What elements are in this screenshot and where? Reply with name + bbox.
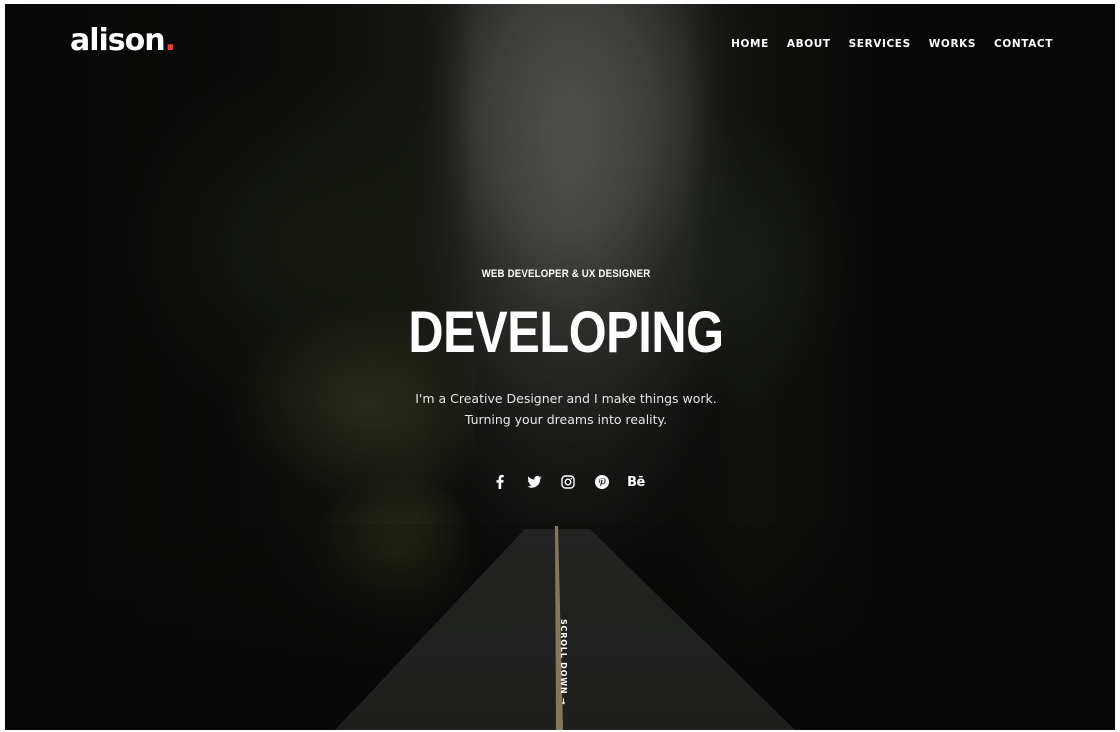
page-frame: alison. HOME ABOUT SERVICES WORKS CONTAC… <box>5 4 1115 730</box>
logo[interactable]: alison. <box>70 23 176 58</box>
nav-item-services[interactable]: SERVICES <box>849 38 911 50</box>
social-links: Bē <box>483 472 653 492</box>
logo-dot: . <box>164 23 176 58</box>
behance-link[interactable]: Bē <box>619 472 653 492</box>
hero-description: I'm a Creative Designer and I make thing… <box>5 388 1115 430</box>
nav-item-home[interactable]: HOME <box>731 38 769 50</box>
nav-item-about[interactable]: ABOUT <box>787 38 831 50</box>
pinterest-icon <box>595 475 609 489</box>
hero-title: DEVELOPING <box>408 300 724 365</box>
pinterest-link[interactable] <box>585 472 619 492</box>
hero-description-line-1: I'm a Creative Designer and I make thing… <box>415 391 717 406</box>
facebook-link[interactable] <box>483 472 517 492</box>
twitter-icon <box>526 476 542 488</box>
nav-item-contact[interactable]: CONTACT <box>994 38 1053 50</box>
facebook-icon <box>496 475 504 489</box>
scroll-down-label: SCROLL DOWN → <box>559 619 568 706</box>
behance-icon: Bē <box>627 474 645 490</box>
nav-item-works[interactable]: WORKS <box>929 38 976 50</box>
scroll-down-link[interactable]: SCROLL DOWN → <box>556 619 570 705</box>
main-nav: HOME ABOUT SERVICES WORKS CONTACT <box>731 38 1053 50</box>
twitter-link[interactable] <box>517 472 551 492</box>
logo-text: alison <box>70 23 166 58</box>
instagram-link[interactable] <box>551 472 585 492</box>
hero-subtitle: WEB DEVELOPER & UX DESIGNER <box>481 268 651 280</box>
instagram-icon <box>561 475 575 489</box>
hero-description-line-2: Turning your dreams into reality. <box>464 412 668 427</box>
